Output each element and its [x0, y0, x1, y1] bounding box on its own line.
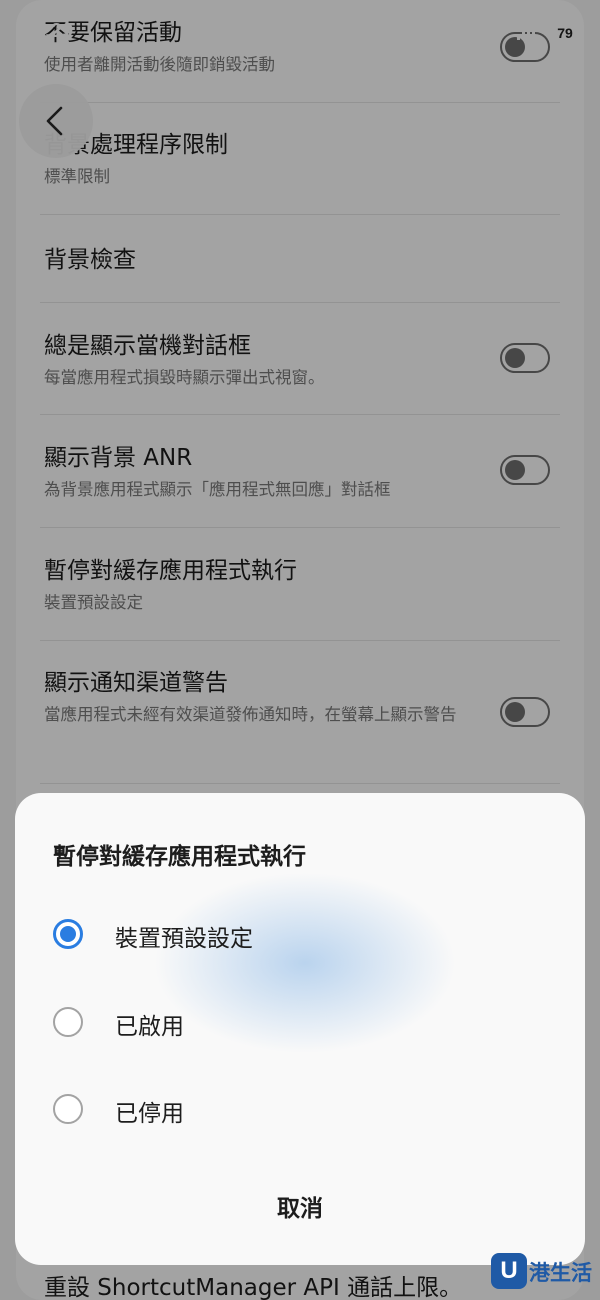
- suspend-cached-apps-dialog: 暫停對緩存應用程式執行 裝置預設設定 已啟用 已停用 取消: [15, 793, 585, 1265]
- watermark-text: 港生活: [529, 1261, 592, 1285]
- cancel-button[interactable]: 取消: [215, 1189, 385, 1229]
- radio-unselected-icon[interactable]: [53, 1094, 83, 1124]
- radio-unselected-icon[interactable]: [53, 1007, 83, 1037]
- option-enabled[interactable]: 已啟用: [53, 1001, 533, 1045]
- option-disabled[interactable]: 已停用: [53, 1088, 533, 1132]
- option-device-default[interactable]: 裝置預設設定: [53, 913, 533, 957]
- watermark-mark: U: [491, 1253, 527, 1289]
- dialog-title: 暫停對緩存應用程式執行: [53, 844, 306, 870]
- radio-selected-icon[interactable]: [53, 919, 83, 949]
- option-label: 裝置預設設定: [115, 926, 253, 952]
- option-label: 已啟用: [115, 1014, 184, 1040]
- watermark-logo: U 港生活: [491, 1251, 593, 1291]
- option-label: 已停用: [115, 1101, 184, 1127]
